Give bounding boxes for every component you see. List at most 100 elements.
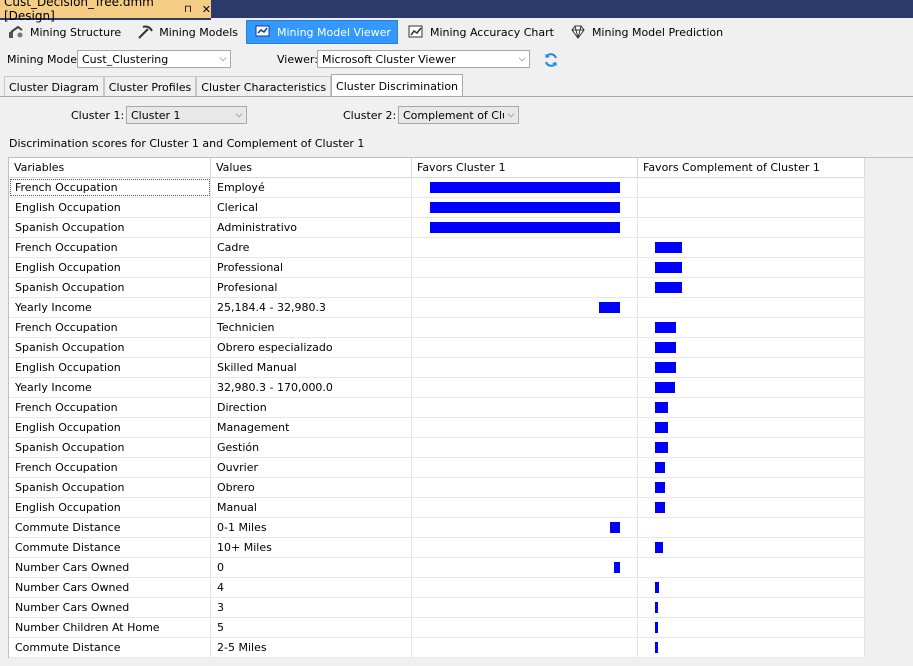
mining-model-value: Cust_Clustering	[82, 52, 169, 66]
value-cell: Management	[211, 418, 412, 437]
variable-cell: Number Cars Owned	[9, 598, 211, 617]
tab-cluster-characteristics[interactable]: Cluster Characteristics	[196, 76, 332, 97]
favors-complement-cell	[638, 238, 865, 257]
table-row[interactable]: Number Cars Owned 0	[9, 558, 865, 578]
table-row[interactable]: English Occupation Skilled Manual	[9, 358, 865, 378]
table-row[interactable]: French Occupation Ouvrier	[9, 458, 865, 478]
cluster1-score-bar	[430, 202, 620, 213]
pin-icon[interactable]: ⊓	[184, 4, 192, 15]
column-header-variables[interactable]: Variables	[9, 158, 211, 177]
table-row[interactable]: Spanish Occupation Obrero especializado	[9, 338, 865, 358]
value-cell: 2-5 Miles	[211, 638, 412, 657]
table-row[interactable]: Commute Distance 0-1 Miles	[9, 518, 865, 538]
mining-structure-icon	[9, 25, 23, 38]
table-row[interactable]: French Occupation Employé	[9, 178, 865, 198]
tab-cluster-profiles[interactable]: Cluster Profiles	[103, 76, 197, 97]
variable-cell: French Occupation	[9, 178, 211, 197]
table-row[interactable]: French Occupation Technicien	[9, 318, 865, 338]
mining-model-dropdown[interactable]: Cust_Clustering ⌵	[77, 50, 231, 68]
complement-score-bar	[655, 382, 675, 393]
document-tab[interactable]: Cust_Decision_Tree.dmm [Design] ⊓ ✕	[0, 0, 211, 23]
value-cell: Obrero especializado	[211, 338, 412, 357]
tab-cluster-discrimination[interactable]: Cluster Discrimination	[331, 74, 464, 97]
mining-model-label: Mining Model:	[7, 53, 84, 66]
cluster1-score-bar	[430, 182, 620, 193]
table-row[interactable]: Number Cars Owned 4	[9, 578, 865, 598]
mining-structure-button[interactable]: Mining Structure	[0, 21, 127, 43]
value-cell: Obrero	[211, 478, 412, 497]
variable-cell: French Occupation	[9, 238, 211, 257]
viewer-tabs: Cluster Diagram Cluster Profiles Cluster…	[4, 74, 464, 97]
favors-cluster1-cell	[412, 318, 638, 337]
table-row[interactable]: Spanish Occupation Gestión	[9, 438, 865, 458]
favors-cluster1-cell	[412, 638, 638, 657]
model-selector-bar: Mining Model: Cust_Clustering ⌵ Viewer: …	[0, 48, 913, 70]
favors-complement-cell	[638, 318, 865, 337]
favors-cluster1-cell	[412, 298, 638, 317]
table-row[interactable]: English Occupation Management	[9, 418, 865, 438]
variable-cell: Spanish Occupation	[9, 438, 211, 457]
value-cell: Administrativo	[211, 218, 412, 237]
value-cell: 0	[211, 558, 412, 577]
complement-score-bar	[655, 582, 659, 593]
cluster1-dropdown[interactable]: Cluster 1 ⌵	[126, 106, 247, 124]
viewer-dropdown[interactable]: Microsoft Cluster Viewer ⌵	[317, 50, 530, 68]
favors-complement-cell	[638, 418, 865, 437]
chevron-down-icon: ⌵	[518, 54, 526, 64]
favors-cluster1-cell	[412, 358, 638, 377]
value-cell: Ouvrier	[211, 458, 412, 477]
complement-score-bar	[655, 502, 665, 513]
chevron-down-icon: ⌵	[235, 110, 243, 120]
column-header-values[interactable]: Values	[211, 158, 412, 177]
value-cell: 25,184.4 - 32,980.3	[211, 298, 412, 317]
table-row[interactable]: Commute Distance 2-5 Miles	[9, 638, 865, 658]
variable-cell: Number Cars Owned	[9, 578, 211, 597]
mining-accuracy-chart-button[interactable]: Mining Accuracy Chart	[400, 21, 560, 43]
favors-cluster1-cell	[412, 518, 638, 537]
table-row[interactable]: English Occupation Professional	[9, 258, 865, 278]
table-row[interactable]: Number Cars Owned 3	[9, 598, 865, 618]
table-row[interactable]: Spanish Occupation Administrativo	[9, 218, 865, 238]
column-header-favors-complement[interactable]: Favors Complement of Cluster 1	[638, 158, 865, 177]
refresh-icon[interactable]	[543, 52, 559, 68]
table-row[interactable]: Spanish Occupation Obrero	[9, 478, 865, 498]
diamond-icon	[571, 25, 585, 39]
complement-score-bar	[655, 282, 682, 293]
variable-cell: Commute Distance	[9, 518, 211, 537]
mining-model-prediction-label: Mining Model Prediction	[591, 25, 724, 39]
complement-score-bar	[655, 442, 668, 453]
complement-score-bar	[655, 322, 676, 333]
variable-cell: French Occupation	[9, 458, 211, 477]
table-row[interactable]: Commute Distance 10+ Miles	[9, 538, 865, 558]
variable-cell: Spanish Occupation	[9, 278, 211, 297]
favors-complement-cell	[638, 538, 865, 557]
variable-cell: Spanish Occupation	[9, 218, 211, 237]
favors-cluster1-cell	[412, 458, 638, 477]
table-row[interactable]: English Occupation Manual	[9, 498, 865, 518]
table-row[interactable]: Yearly Income 25,184.4 - 32,980.3	[9, 298, 865, 318]
tab-cluster-diagram[interactable]: Cluster Diagram	[4, 76, 104, 97]
mining-model-viewer-button[interactable]: Mining Model Viewer	[246, 20, 398, 44]
table-row[interactable]: Number Children At Home 5	[9, 618, 865, 638]
table-row[interactable]: Spanish Occupation Profesional	[9, 278, 865, 298]
table-row[interactable]: Yearly Income 32,980.3 - 170,000.0	[9, 378, 865, 398]
mining-models-button[interactable]: Mining Models	[129, 21, 244, 43]
cluster1-score-bar	[614, 562, 620, 573]
favors-complement-cell	[638, 298, 865, 317]
favors-complement-cell	[638, 518, 865, 537]
variable-cell: Commute Distance	[9, 638, 211, 657]
mining-models-label: Mining Models	[159, 25, 238, 39]
cluster2-label: Cluster 2:	[343, 109, 397, 122]
cluster1-label: Cluster 1:	[71, 109, 125, 122]
favors-complement-cell	[638, 278, 865, 297]
table-row[interactable]: English Occupation Clerical	[9, 198, 865, 218]
table-row[interactable]: French Occupation Direction	[9, 398, 865, 418]
complement-score-bar	[655, 482, 665, 493]
column-header-favors-cluster1[interactable]: Favors Cluster 1	[412, 158, 638, 177]
favors-cluster1-cell	[412, 238, 638, 257]
table-row[interactable]: French Occupation Cadre	[9, 238, 865, 258]
cluster2-dropdown[interactable]: Complement of Clust ⌵	[398, 106, 519, 124]
mining-model-prediction-button[interactable]: Mining Model Prediction	[562, 21, 729, 43]
close-icon[interactable]: ✕	[202, 3, 211, 16]
value-cell: Profesional	[211, 278, 412, 297]
